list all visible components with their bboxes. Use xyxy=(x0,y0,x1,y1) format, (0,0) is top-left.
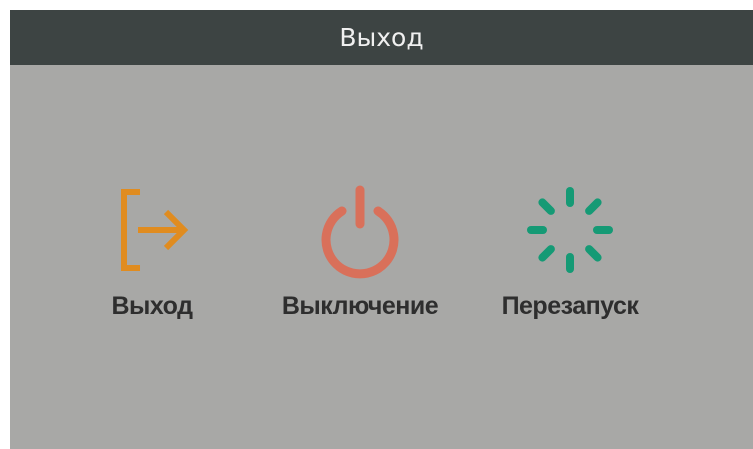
power-icon xyxy=(260,180,460,280)
dialog-title: Выход xyxy=(10,10,753,65)
exit-icon xyxy=(52,180,252,280)
exit-label: Выход xyxy=(111,292,194,320)
restart-spinner-icon xyxy=(470,180,670,280)
exit-dialog: Выход Выход Выключение Перезапуск xyxy=(10,10,753,449)
options-row: Выход Выключение Перезапуск xyxy=(10,180,753,340)
shutdown-label: Выключение xyxy=(281,292,439,320)
restart-label: Перезапуск xyxy=(501,292,639,320)
